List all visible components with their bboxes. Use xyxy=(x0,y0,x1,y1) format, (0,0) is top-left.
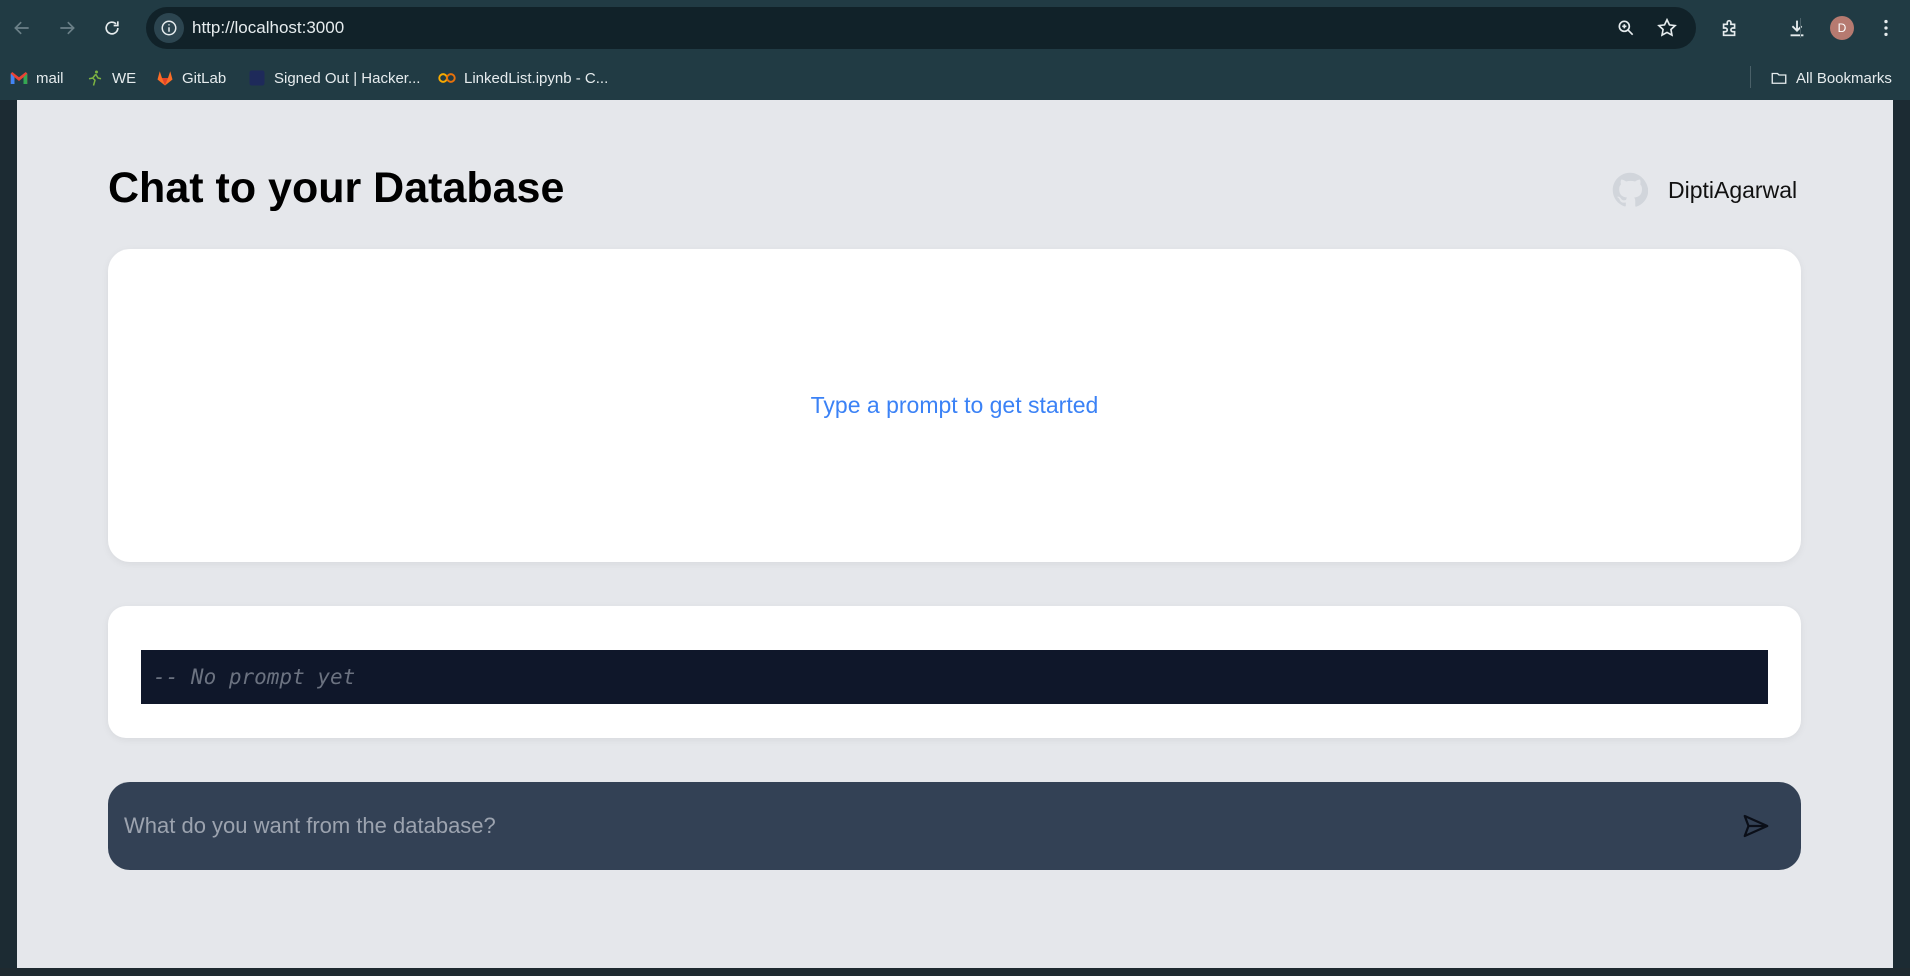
browser-toolbar: http://localhost:3000 D xyxy=(0,0,1910,56)
downloads-icon[interactable] xyxy=(1783,14,1811,42)
page-title: Chat to your Database xyxy=(108,164,565,212)
reload-icon xyxy=(105,21,119,35)
menu-kebab-icon[interactable] xyxy=(1872,14,1900,42)
gmail-icon xyxy=(10,69,28,87)
send-icon xyxy=(1743,814,1769,838)
prompt-input[interactable] xyxy=(124,802,1684,850)
address-bar[interactable]: http://localhost:3000 xyxy=(146,7,1696,49)
profile-avatar[interactable]: D xyxy=(1830,16,1854,40)
bookmark-label: WE xyxy=(112,69,137,87)
reload-button[interactable] xyxy=(96,12,128,44)
github-profile-link[interactable]: DiptiAgarwal xyxy=(1612,172,1797,208)
sql-code-block: -- No prompt yet xyxy=(141,650,1768,704)
toolbar-divider xyxy=(1800,18,1801,38)
page-viewport: Chat to your Database DiptiAgarwal Type … xyxy=(17,100,1893,968)
bookmark-label: Signed Out | Hacker... xyxy=(274,69,421,87)
bottom-strip xyxy=(0,968,1910,976)
site-info-icon[interactable] xyxy=(154,13,184,43)
arrow-right-icon xyxy=(60,21,75,35)
bookmark-gitlab[interactable]: GitLab xyxy=(156,66,226,90)
bookmark-label: LinkedList.ipynb - C... xyxy=(464,69,609,87)
bookmarks-divider xyxy=(1750,66,1751,88)
hackerrank-icon xyxy=(248,69,266,87)
sql-panel: -- No prompt yet xyxy=(108,606,1801,738)
url-text[interactable]: http://localhost:3000 xyxy=(192,18,344,38)
all-bookmarks-label: All Bookmarks xyxy=(1796,69,1892,87)
send-button[interactable] xyxy=(1738,808,1774,844)
gitlab-icon xyxy=(156,69,174,87)
bookmark-we[interactable]: WE xyxy=(86,66,136,90)
arrow-left-icon xyxy=(14,21,29,35)
empty-state-hint: Type a prompt to get started xyxy=(810,392,1099,418)
forward-button[interactable] xyxy=(51,12,83,44)
all-bookmarks[interactable]: All Bookmarks xyxy=(1770,66,1892,90)
bookmarks-bar: mail WE GitLab Signed Out | Hacker... Li… xyxy=(0,56,1910,100)
bookmark-hackerrank[interactable]: Signed Out | Hacker... xyxy=(248,66,420,90)
extensions-icon[interactable] xyxy=(1716,14,1744,42)
bookmark-star-icon[interactable] xyxy=(1655,16,1679,40)
bookmark-colab[interactable]: LinkedList.ipynb - C... xyxy=(438,66,608,90)
bookmark-label: GitLab xyxy=(182,69,227,87)
runner-icon xyxy=(86,69,104,87)
github-icon xyxy=(1612,172,1648,207)
bookmark-label: mail xyxy=(36,69,64,87)
prompt-bar xyxy=(108,782,1801,870)
colab-icon xyxy=(438,69,456,87)
results-panel: Type a prompt to get started xyxy=(108,249,1801,562)
folder-icon xyxy=(1770,69,1788,87)
back-button[interactable] xyxy=(6,12,38,44)
zoom-icon[interactable] xyxy=(1614,16,1638,40)
bookmark-mail[interactable]: mail xyxy=(10,66,64,90)
github-username[interactable]: DiptiAgarwal xyxy=(1668,177,1797,204)
